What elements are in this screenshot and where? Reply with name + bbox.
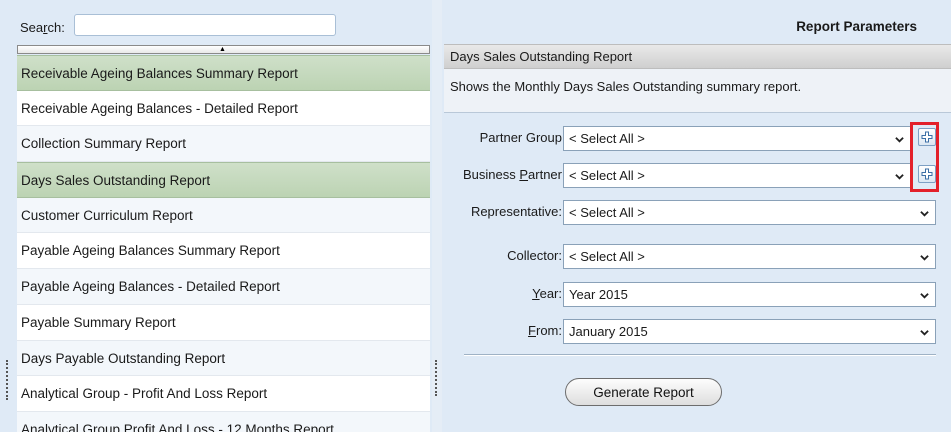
report-parameters-pane: Report Parameters Days Sales Outstanding… <box>442 0 951 432</box>
representative-select[interactable]: < Select All > <box>563 200 936 225</box>
plus-icon <box>921 168 933 180</box>
business-partner-select[interactable]: < Select All > <box>563 163 911 188</box>
report-list-pane: Search: ▲ Receivable Ageing Balances Sum… <box>0 0 432 432</box>
list-item[interactable]: Days Payable Outstanding Report <box>17 340 430 377</box>
list-item[interactable]: Collection Summary Report <box>17 126 430 163</box>
chevron-down-icon <box>895 137 904 143</box>
list-item[interactable]: Payable Summary Report <box>17 305 430 341</box>
chevron-down-icon <box>920 293 929 299</box>
collector-label: Collector: <box>507 248 562 263</box>
partner-group-select[interactable]: < Select All > <box>563 126 911 151</box>
param-row-partner-group: Partner Group < Select All > <box>444 126 951 152</box>
from-label: From: <box>528 323 562 338</box>
list-item[interactable]: Receivable Ageing Balances Summary Repor… <box>17 55 430 91</box>
collector-select[interactable]: < Select All > <box>563 244 936 269</box>
plus-icon <box>921 131 933 143</box>
param-row-representative: Representative: < Select All > <box>444 200 951 226</box>
business-partner-value: < Select All > <box>569 168 645 183</box>
parameter-form: Partner Group < Select All > Business Pa… <box>444 113 951 432</box>
chevron-down-icon <box>920 330 929 336</box>
representative-value: < Select All > <box>569 205 645 220</box>
list-item[interactable]: Analytical Group - Profit And Loss Repor… <box>17 376 430 412</box>
list-column-header[interactable]: ▲ <box>17 45 430 54</box>
partner-group-label: Partner Group <box>479 130 562 145</box>
splitter-grip-icon[interactable] <box>435 360 439 396</box>
list-item[interactable]: Customer Curriculum Report <box>17 197 430 234</box>
year-label: Year: <box>532 286 562 301</box>
param-row-collector: Collector: < Select All > <box>444 244 951 270</box>
pane-splitter[interactable] <box>432 0 442 432</box>
param-row-year: Year: Year 2015 <box>444 282 951 308</box>
search-bar: Search: <box>0 0 432 44</box>
search-input[interactable] <box>74 14 336 36</box>
generate-report-button[interactable]: Generate Report <box>565 378 722 406</box>
divider <box>464 354 936 356</box>
report-description: Shows the Monthly Days Sales Outstanding… <box>450 79 802 94</box>
business-partner-label: Business Partner <box>462 167 562 182</box>
list-item[interactable]: Payable Ageing Balances Summary Report <box>17 233 430 270</box>
param-row-business-partner: Business Partner < Select All > <box>444 163 951 189</box>
sort-up-icon: ▲ <box>219 46 226 53</box>
report-name: Days Sales Outstanding Report <box>450 49 633 64</box>
report-name-bar: Days Sales Outstanding Report <box>444 44 951 69</box>
chevron-down-icon <box>920 255 929 261</box>
partner-group-value: < Select All > <box>569 131 645 146</box>
left-resize-grip[interactable] <box>6 360 10 400</box>
list-item[interactable]: Analytical Group Profit And Loss - 12 Mo… <box>17 411 430 432</box>
year-value: Year 2015 <box>569 287 628 302</box>
add-partner-group-button[interactable] <box>918 128 936 146</box>
from-value: January 2015 <box>569 324 648 339</box>
list-item[interactable]: Payable Ageing Balances - Detailed Repor… <box>17 269 430 305</box>
year-select[interactable]: Year 2015 <box>563 282 936 307</box>
panel-title: Report Parameters <box>796 19 917 34</box>
representative-label: Representative: <box>470 204 562 219</box>
chevron-down-icon <box>895 174 904 180</box>
chevron-down-icon <box>920 211 929 217</box>
from-select[interactable]: January 2015 <box>563 319 936 344</box>
search-label: Search: <box>20 20 65 35</box>
report-list[interactable]: Receivable Ageing Balances Summary Repor… <box>17 55 430 432</box>
add-business-partner-button[interactable] <box>918 165 936 183</box>
collector-value: < Select All > <box>569 249 645 264</box>
list-item-selected[interactable]: Days Sales Outstanding Report <box>17 162 430 198</box>
report-description-box: Shows the Monthly Days Sales Outstanding… <box>444 69 951 113</box>
list-item[interactable]: Receivable Ageing Balances - Detailed Re… <box>17 91 430 127</box>
param-row-from: From: January 2015 <box>444 319 951 345</box>
